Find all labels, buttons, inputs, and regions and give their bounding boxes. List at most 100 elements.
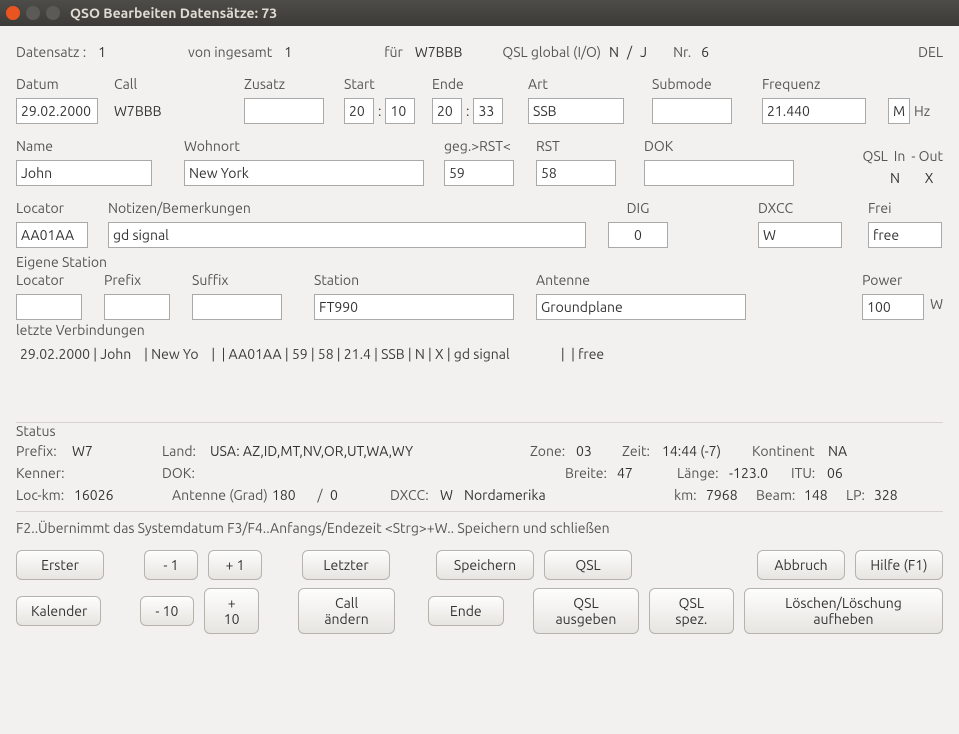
minus1-button[interactable]: - 1 [144, 550, 198, 580]
own-station-title: Eigene Station [16, 254, 113, 270]
own-prefix-label: Prefix [104, 272, 192, 288]
dig-input[interactable] [608, 222, 668, 248]
status-lp-value: 328 [874, 487, 898, 503]
rstg-input[interactable] [444, 160, 514, 186]
datensatz-label: Datensatz : [16, 44, 86, 60]
del-label: DEL [918, 44, 943, 60]
name-input[interactable] [16, 160, 152, 186]
call-label: Call [114, 76, 244, 92]
plus1-button[interactable]: + 1 [208, 550, 262, 580]
zusatz-input[interactable] [244, 98, 324, 124]
own-power-label: Power [862, 272, 943, 288]
callaendern-button[interactable]: Call ändern [298, 588, 394, 634]
abbruch-button[interactable]: Abbruch [757, 550, 845, 580]
plus10-button[interactable]: + 10 [204, 588, 260, 634]
ende-button[interactable]: Ende [428, 596, 504, 626]
datum-label: Datum [16, 76, 114, 92]
status-itu-value: 06 [827, 465, 843, 481]
power-unit-label: W [930, 296, 943, 312]
qsl-button[interactable]: QSL [544, 550, 632, 580]
ende-label: Ende [432, 76, 528, 92]
hilfe-button[interactable]: Hilfe (F1) [855, 550, 943, 580]
voninsgesamt-label: von ingesamt [188, 44, 272, 60]
status-lockm-value: 16026 [74, 487, 172, 503]
status-title: Status [16, 423, 62, 439]
art-input[interactable] [528, 98, 624, 124]
qsl-in-value: N [881, 170, 909, 186]
ende-h-input[interactable] [432, 98, 462, 124]
qslausgeben-button[interactable]: QSL ausgeben [533, 588, 639, 634]
kalender-button[interactable]: Kalender [16, 596, 101, 626]
rst-input[interactable] [536, 160, 616, 186]
locator-input[interactable] [16, 222, 88, 248]
dxcc-input[interactable] [758, 222, 842, 248]
own-station-input[interactable] [314, 294, 514, 320]
status-km-value: 7968 [706, 487, 756, 503]
submode-label: Submode [652, 76, 762, 92]
datum-input[interactable] [16, 98, 98, 124]
last-connections-title: letzte Verbindungen [16, 322, 151, 338]
qslglobal-o: J [640, 44, 647, 60]
dig-label: DIG [627, 200, 650, 216]
last-connections-group: letzte Verbindungen 29.02.2000 | John | … [16, 326, 943, 414]
own-antenne-input[interactable] [536, 294, 746, 320]
qslspez-button[interactable]: QSL spez. [649, 588, 734, 634]
minimize-icon[interactable] [26, 6, 40, 20]
status-laenge-label: Länge: [677, 465, 729, 481]
status-kontinent-label: Kontinent [752, 443, 828, 459]
qsl-label: QSL [862, 148, 887, 164]
dok-input[interactable] [644, 160, 794, 186]
status-prefix-label: Prefix: [16, 443, 72, 459]
start-h-input[interactable] [344, 98, 374, 124]
status-lockm-label: Loc-km: [16, 487, 74, 503]
own-locator-input[interactable] [16, 294, 82, 320]
status-beam-label: Beam: [756, 487, 804, 503]
status-antgrad-v1: 180 [272, 487, 310, 503]
own-prefix-input[interactable] [104, 294, 170, 320]
colon-icon: : [374, 103, 385, 119]
own-power-input[interactable] [862, 294, 924, 320]
locator-label: Locator [16, 200, 108, 216]
start-m-input[interactable] [385, 98, 415, 124]
status-beam-value: 148 [804, 487, 846, 503]
own-station-label: Station [314, 272, 536, 288]
status-kenner-label: Kenner: [16, 465, 72, 481]
ende-m-input[interactable] [473, 98, 503, 124]
notizen-input[interactable] [108, 222, 586, 248]
status-dxcc-value: W [440, 487, 464, 503]
maximize-icon[interactable] [46, 6, 60, 20]
status-dxcc-label: DXCC: [390, 487, 440, 503]
own-antenne-label: Antenne [536, 272, 852, 288]
freq-unit-input[interactable] [888, 98, 910, 124]
qsl-out-value: X [915, 170, 943, 186]
fuer-label: für [384, 44, 403, 60]
hint-text: F2..Übernimmt das Systemdatum F3/F4..Anf… [16, 520, 610, 536]
status-dxcc-region: Nordamerika [464, 487, 674, 503]
window-title: QSO Bearbeiten Datensätze: 73 [70, 5, 277, 21]
hz-label: Hz [914, 103, 930, 119]
status-zeit-value: 14:44 (-7) [662, 443, 752, 459]
frequenz-label: Frequenz [762, 76, 888, 92]
voninsgesamt-value: 1 [284, 44, 292, 60]
submode-input[interactable] [652, 98, 732, 124]
frequenz-input[interactable] [762, 98, 866, 124]
erster-button[interactable]: Erster [16, 550, 104, 580]
name-label: Name [16, 138, 184, 154]
own-suffix-input[interactable] [192, 294, 282, 320]
own-suffix-label: Suffix [192, 272, 314, 288]
loeschen-button[interactable]: Löschen/Löschung aufheben [744, 588, 943, 634]
fuer-value: W7BBB [415, 44, 463, 60]
minus10-button[interactable]: - 10 [140, 596, 194, 626]
close-icon[interactable] [6, 6, 20, 20]
zusatz-label: Zusatz [244, 76, 344, 92]
notizen-label: Notizen/Bemerkungen [108, 200, 598, 216]
frei-input[interactable] [868, 222, 942, 248]
qslglobal-i: N [609, 44, 619, 60]
wohnort-input[interactable] [184, 160, 424, 186]
status-zeit-label: Zeit: [622, 443, 662, 459]
status-kontinent-value: NA [828, 443, 847, 459]
letzter-button[interactable]: Letzter [302, 550, 390, 580]
datensatz-value: 1 [98, 44, 106, 60]
speichern-button[interactable]: Speichern [436, 550, 534, 580]
colon-icon: : [462, 103, 473, 119]
